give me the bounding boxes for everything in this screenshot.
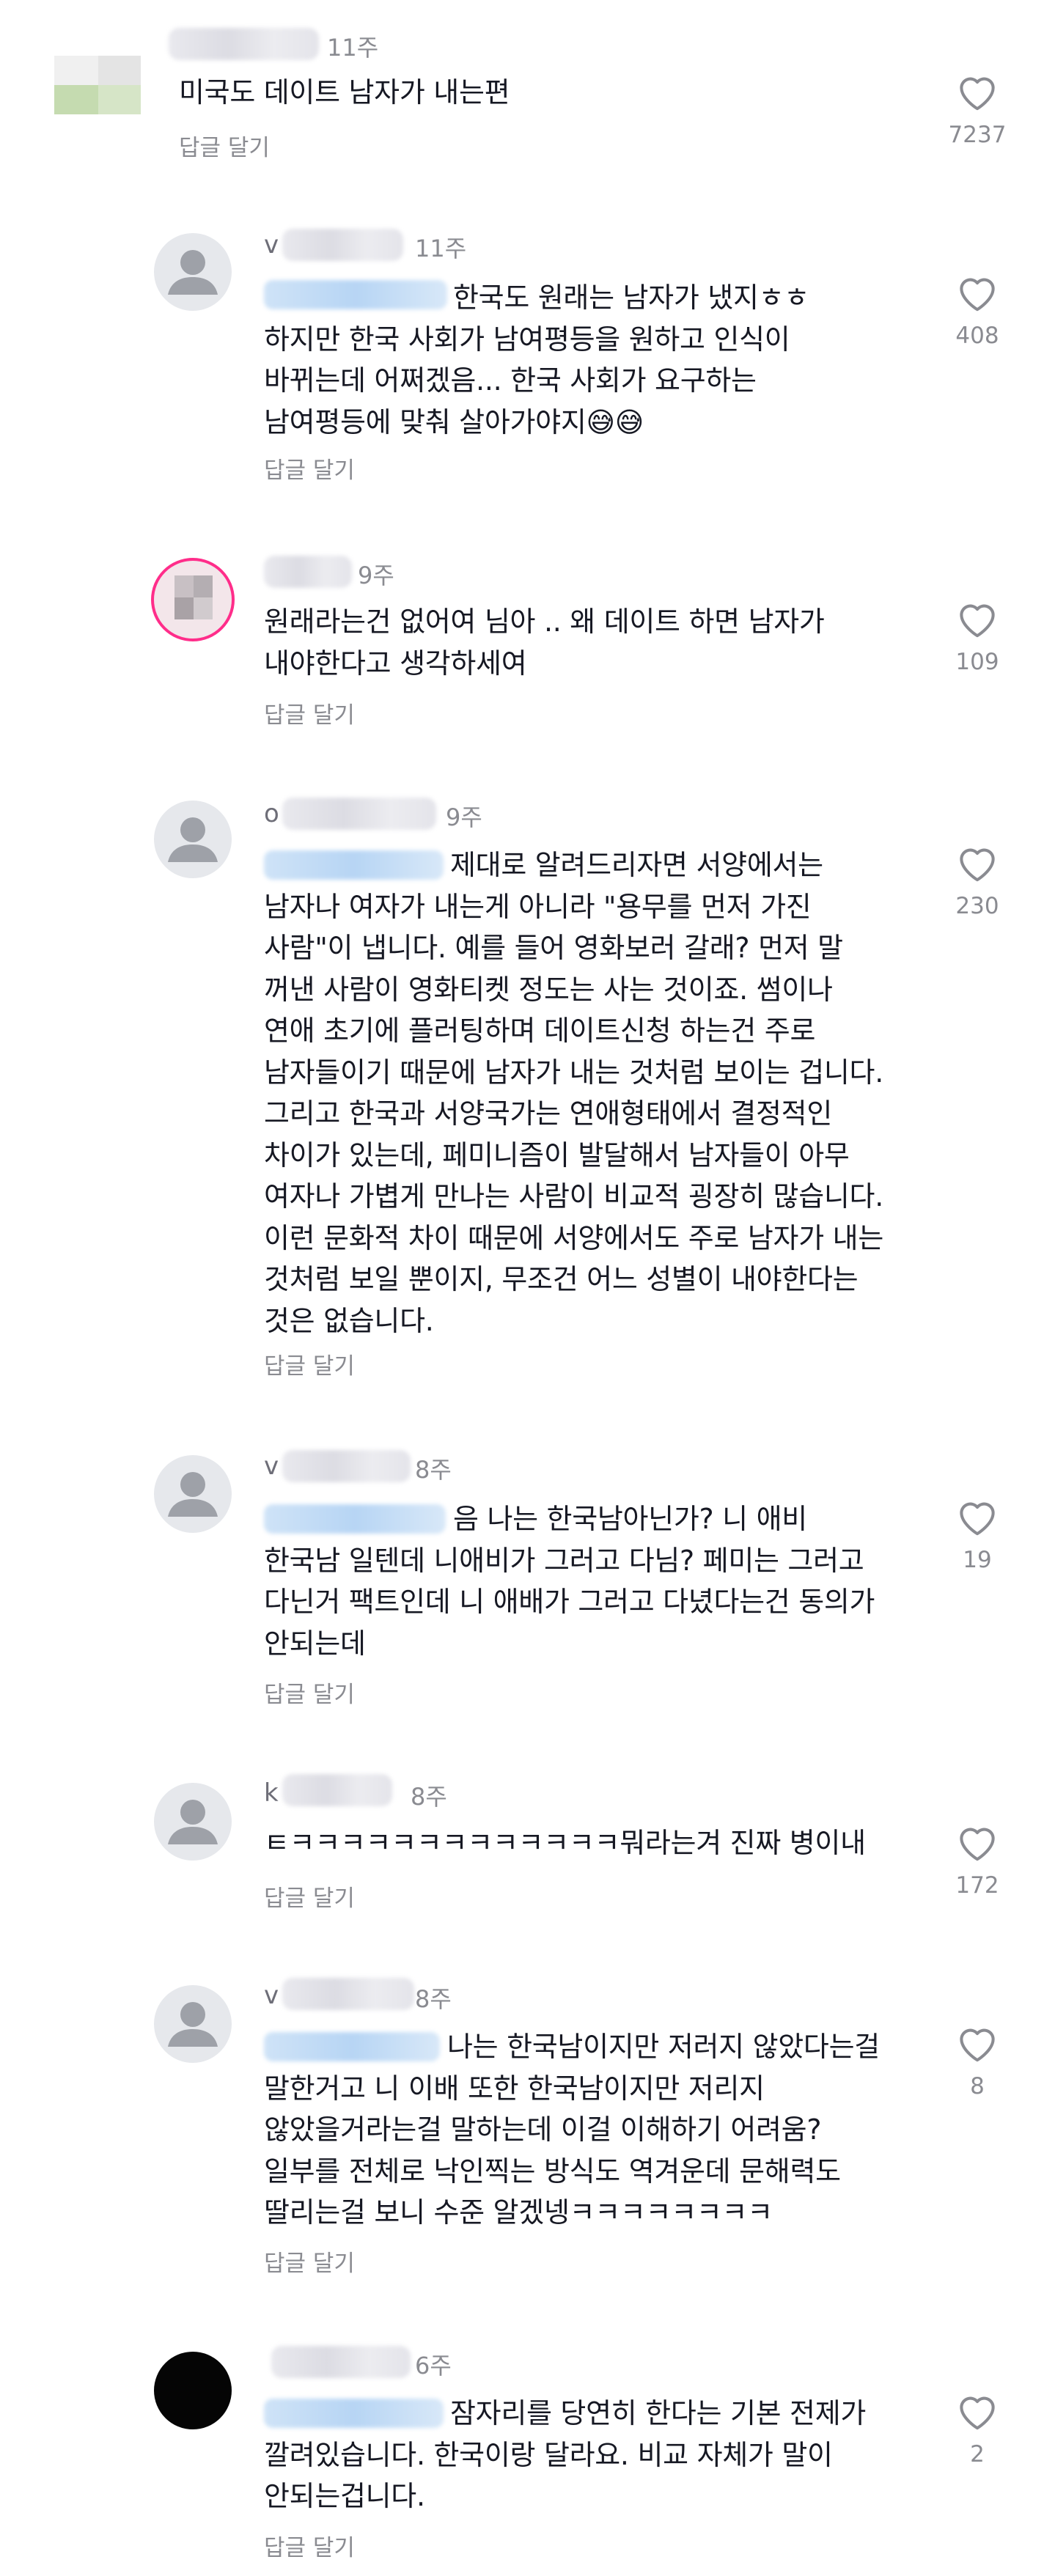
comment-text: 한국도 원래는 남자가 냈지ㅎㅎ 하지만 한국 사회가 남여평등을 원하고 인식… <box>264 281 809 438</box>
avatar[interactable] <box>54 56 141 114</box>
comment-username[interactable]: v <box>264 1981 279 2010</box>
avatar[interactable] <box>154 1985 232 2063</box>
comment-text: 잠자리를 당연히 한다는 기본 전제가 깔려있습니다. 한국이랑 달라요. 비교… <box>264 2397 867 2512</box>
comment-username[interactable]: k <box>264 1778 279 1808</box>
comment-time: 9주 <box>446 803 482 831</box>
heart-outline-icon <box>960 2396 995 2430</box>
heart-outline-icon <box>960 1828 995 1861</box>
like-count: 109 <box>955 649 999 675</box>
avatar[interactable] <box>154 1455 232 1533</box>
reply-button[interactable]: 답글 달기 <box>264 1347 355 1380</box>
comment-text: 미국도 데이트 남자가 내는편 <box>179 76 510 108</box>
comment-time: 11주 <box>327 34 379 62</box>
comment-text: 제대로 알려드리자면 서양에서는 남자나 여자가 내는게 아니라 "용무를 먼저… <box>264 849 883 1337</box>
comment-username[interactable]: o <box>264 799 279 828</box>
username-redacted <box>282 1774 392 1806</box>
username-redacted <box>282 229 403 261</box>
reply-button[interactable]: 답글 달기 <box>264 1880 355 1913</box>
avatar[interactable] <box>154 2352 232 2429</box>
heart-outline-icon <box>960 2028 995 2062</box>
comment-time: 8주 <box>411 1783 447 1811</box>
default-user-icon <box>168 250 218 295</box>
like-button[interactable]: 408 <box>919 271 1036 349</box>
username-redacted <box>282 798 436 830</box>
comment-text: 음 나는 한국남아닌가? 니 애비 한국남 일텐데 니애비가 그러고 다님? 페… <box>264 1503 875 1660</box>
default-user-icon <box>168 2002 218 2047</box>
comment-text: ㅌㅋㅋㅋㅋㅋㅋㅋㅋㅋㅋㅋㅋㅋ뭐라는겨 진짜 병이내 <box>264 1827 866 1859</box>
comment-time: 8주 <box>415 1985 452 2013</box>
username-redacted <box>282 1978 414 2010</box>
reply-button[interactable]: 답글 달기 <box>264 452 355 485</box>
avatar[interactable] <box>154 233 232 311</box>
avatar[interactable] <box>154 1783 232 1861</box>
heart-outline-icon <box>960 77 995 111</box>
default-user-icon <box>168 817 218 862</box>
like-button[interactable]: 19 <box>919 1495 1036 1573</box>
comment-time: 8주 <box>415 1456 452 1484</box>
comment-time: 11주 <box>415 235 467 262</box>
like-count: 172 <box>955 1872 999 1899</box>
like-button[interactable]: 230 <box>919 842 1036 919</box>
like-button[interactable]: 7237 <box>919 70 1036 148</box>
reply-button[interactable]: 답글 달기 <box>264 2245 355 2278</box>
avatar[interactable] <box>154 561 232 639</box>
like-button[interactable]: 172 <box>919 1821 1036 1899</box>
username-redacted <box>169 28 319 60</box>
like-count: 7237 <box>948 122 1007 148</box>
comment-text: 원래라는건 없어여 님아 .. 왜 데이트 하면 남자가 내야한다고 생각하세여 <box>264 606 825 680</box>
like-button[interactable]: 109 <box>919 597 1036 675</box>
comment-time: 9주 <box>358 562 394 589</box>
heart-outline-icon <box>960 604 995 638</box>
like-count: 19 <box>963 1547 992 1573</box>
like-button[interactable]: 8 <box>919 2022 1036 2100</box>
reply-button[interactable]: 답글 달기 <box>179 129 270 162</box>
reply-button[interactable]: 답글 달기 <box>264 2529 355 2562</box>
like-count: 2 <box>970 2441 985 2468</box>
comment-username[interactable]: v <box>264 1451 279 1481</box>
username-redacted <box>264 556 352 588</box>
comment-time: 6주 <box>415 2352 452 2380</box>
username-redacted <box>271 2346 411 2378</box>
heart-outline-icon <box>960 1502 995 1536</box>
heart-outline-icon <box>960 848 995 882</box>
like-count: 230 <box>955 893 999 919</box>
comment-username[interactable]: v <box>264 230 279 260</box>
default-user-icon <box>168 1472 218 1517</box>
heart-outline-icon <box>960 278 995 312</box>
like-count: 8 <box>970 2073 985 2100</box>
reply-button[interactable]: 답글 달기 <box>264 1676 355 1709</box>
avatar[interactable] <box>154 801 232 878</box>
comment-text: 나는 한국남이지만 저러지 않았다는걸 말한거고 니 이배 또한 한국남이지만 … <box>264 2031 880 2229</box>
default-user-icon <box>168 1800 218 1844</box>
reply-button[interactable]: 답글 달기 <box>264 696 355 729</box>
like-count: 408 <box>955 323 999 349</box>
like-button[interactable]: 2 <box>919 2390 1036 2468</box>
username-redacted <box>282 1450 411 1482</box>
